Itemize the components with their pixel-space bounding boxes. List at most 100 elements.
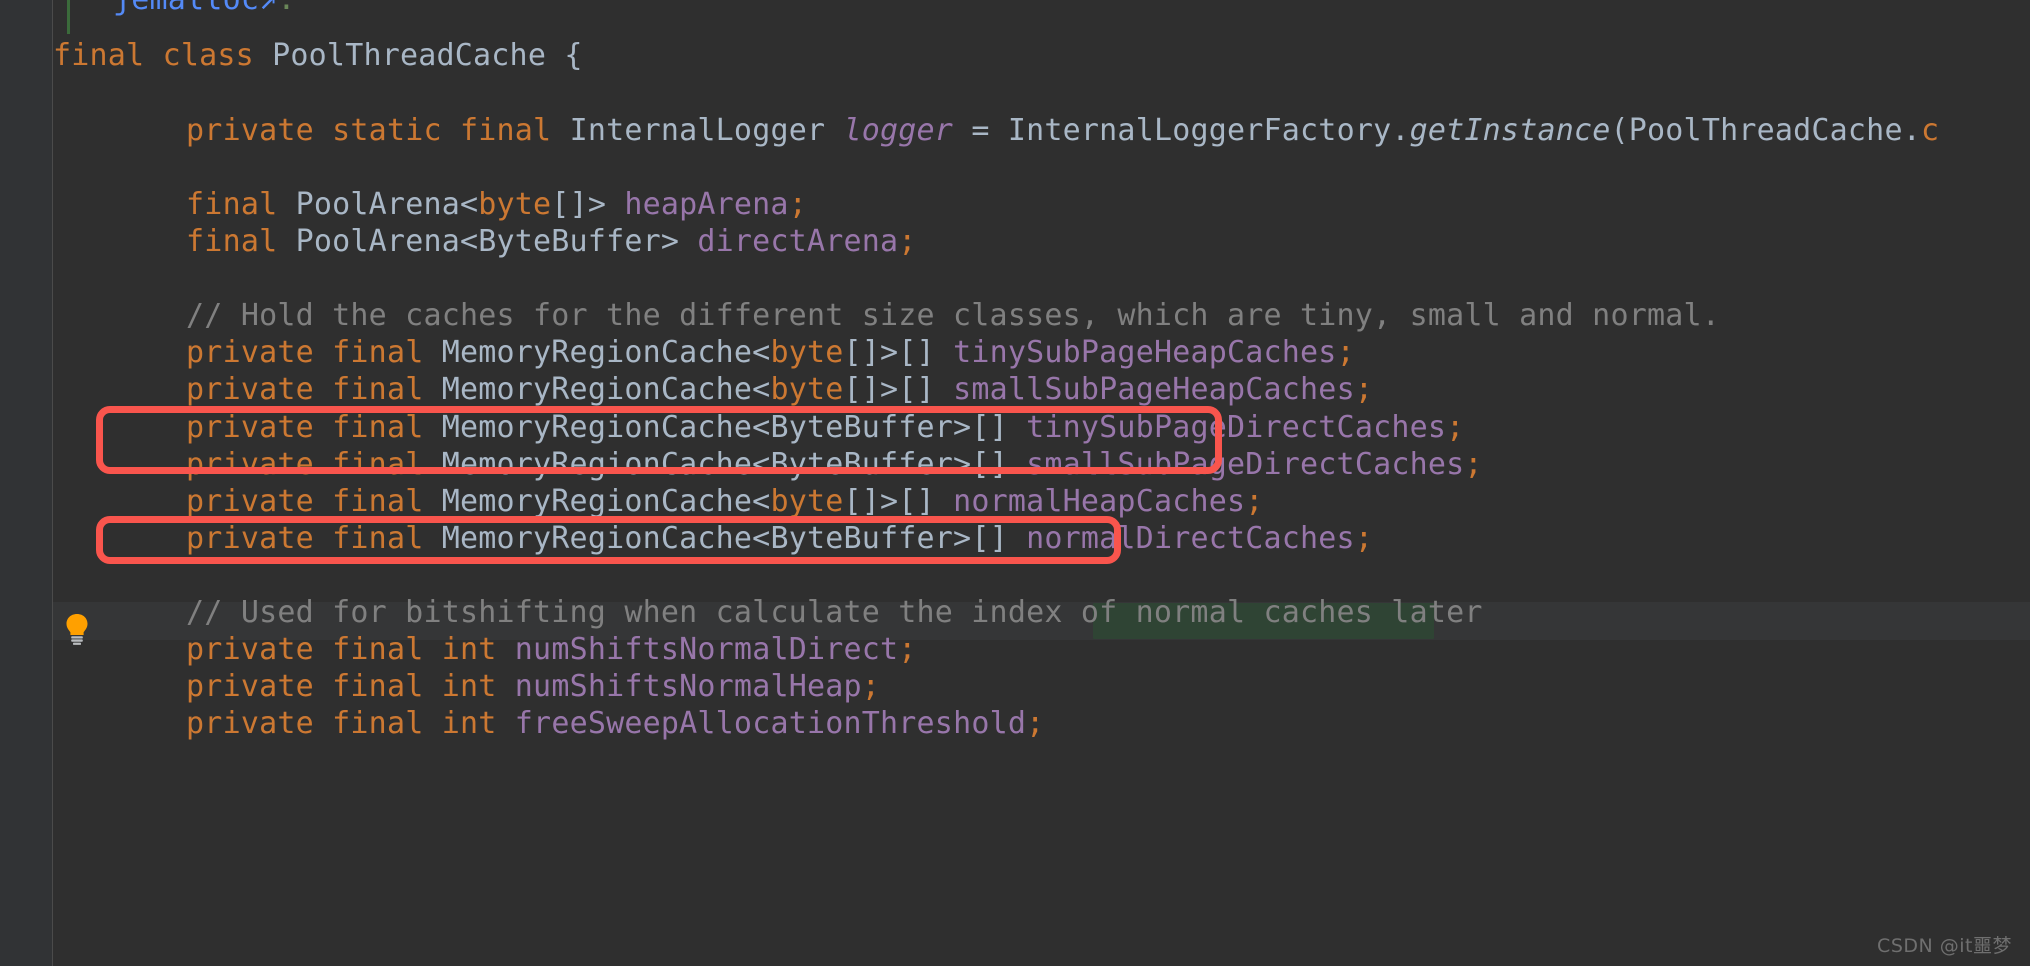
code-line-normal-heap-caches[interactable]: private final MemoryRegionCache<byte[]>[… xyxy=(113,483,1264,521)
code-token: private xyxy=(186,447,314,482)
code-token: private xyxy=(186,669,314,704)
code-token: ; xyxy=(1464,447,1483,482)
code-area[interactable]: jemalloc↗. final class PoolThreadCache {… xyxy=(53,0,2030,966)
code-token: numShiftsNormalHeap xyxy=(514,669,862,704)
code-token: MemoryRegionCache<ByteBuffer>[] xyxy=(423,410,1027,445)
code-token: PoolArena<ByteBuffer> xyxy=(277,224,698,259)
code-token: ; xyxy=(1026,706,1045,741)
code-token: final xyxy=(186,187,278,222)
code-token: private xyxy=(186,521,314,556)
code-line-tiny-sub-page-heap-caches[interactable]: private final MemoryRegionCache<byte[]>[… xyxy=(113,334,1355,372)
code-token: ; xyxy=(1336,335,1355,370)
javadoc-indent-guide xyxy=(67,0,70,34)
code-token: InternalLogger xyxy=(551,113,844,148)
javadoc-link-line: jemalloc↗. xyxy=(113,0,296,19)
code-line-comment-hold-caches[interactable]: // Hold the caches for the different siz… xyxy=(113,297,1720,335)
code-token: freeSweepAllocationThreshold xyxy=(514,706,1027,741)
code-token: c xyxy=(1920,113,1940,148)
code-line-tiny-sub-page-direct-caches[interactable]: private final MemoryRegionCache<ByteBuff… xyxy=(113,409,1464,447)
code-token: private xyxy=(186,113,314,148)
code-line-heap-arena-field[interactable]: final PoolArena<byte[]> heapArena; xyxy=(113,186,807,224)
code-token: // Hold the caches for the different siz… xyxy=(186,298,1721,333)
code-line-small-sub-page-heap-caches[interactable]: private final MemoryRegionCache<byte[]>[… xyxy=(113,371,1373,409)
code-token: private xyxy=(186,484,314,519)
code-line-num-shifts-normal-direct[interactable]: private final int numShiftsNormalDirect; xyxy=(113,631,917,669)
code-token: final xyxy=(332,335,424,370)
javadoc-period: . xyxy=(277,0,295,17)
code-line-small-sub-page-direct-caches[interactable]: private final MemoryRegionCache<ByteBuff… xyxy=(113,446,1483,484)
code-token: ; xyxy=(898,224,917,259)
code-line-direct-arena-field[interactable]: final PoolArena<ByteBuffer> directArena; xyxy=(113,223,917,261)
code-token: private xyxy=(186,372,314,407)
jemalloc-link[interactable]: jemalloc xyxy=(113,0,259,17)
lightbulb-icon[interactable] xyxy=(62,612,92,646)
code-token: PoolArena< xyxy=(277,187,479,222)
code-token: final xyxy=(332,632,424,667)
code-token: final xyxy=(460,113,552,148)
code-token: PoolThreadCache { xyxy=(253,38,583,73)
code-token: ; xyxy=(861,669,881,704)
code-line-comment-bitshifting[interactable]: // Used for bitshifting when calculate t… xyxy=(113,594,1483,632)
watermark: CSDN @it噩梦 xyxy=(1877,935,2012,957)
code-token: private xyxy=(186,335,314,370)
code-token: normalDirectCaches xyxy=(1026,521,1355,556)
code-token: final xyxy=(53,38,145,73)
code-token: heapArena xyxy=(624,187,789,222)
code-token: final xyxy=(332,447,424,482)
code-token: private xyxy=(186,632,314,667)
code-token: class xyxy=(162,38,254,73)
code-token: smallSubPageDirectCaches xyxy=(1026,447,1465,482)
code-token: []> xyxy=(551,187,625,222)
code-line-logger-field[interactable]: private static final InternalLogger logg… xyxy=(113,112,1939,150)
code-line-normal-direct-caches[interactable]: private final MemoryRegionCache<ByteBuff… xyxy=(113,520,1373,558)
code-token: ; xyxy=(1446,410,1465,445)
code-token: int xyxy=(441,706,497,741)
editor-gutter[interactable] xyxy=(0,0,53,966)
code-token: final xyxy=(332,706,424,741)
code-token: final xyxy=(332,521,424,556)
code-token: tinySubPageDirectCaches xyxy=(1026,410,1447,445)
code-token: MemoryRegionCache< xyxy=(423,372,771,407)
code-token: // Used for bitshifting when calculate t… xyxy=(186,595,1483,630)
code-token: final xyxy=(332,372,424,407)
code-token: final xyxy=(332,410,424,445)
code-line-num-shifts-normal-heap[interactable]: private final int numShiftsNormalHeap; xyxy=(113,668,880,706)
code-token: normalHeapCaches xyxy=(953,484,1246,519)
code-token: static xyxy=(332,113,442,148)
code-line-free-sweep-allocation-threshold[interactable]: private final int freeSweepAllocationThr… xyxy=(113,705,1044,743)
code-token: tinySubPageHeapCaches xyxy=(953,335,1337,370)
code-token: numShiftsNormalDirect xyxy=(514,632,899,667)
code-token: int xyxy=(441,669,497,704)
code-token: ; xyxy=(788,187,807,222)
code-token: getInstance xyxy=(1409,113,1611,148)
code-token: = InternalLoggerFactory. xyxy=(953,113,1410,148)
code-line-class-decl[interactable]: final class PoolThreadCache { xyxy=(53,37,583,75)
code-token: smallSubPageHeapCaches xyxy=(953,372,1355,407)
code-token: []>[] xyxy=(843,372,954,407)
code-token: []>[] xyxy=(843,484,954,519)
code-token: MemoryRegionCache< xyxy=(423,335,771,370)
